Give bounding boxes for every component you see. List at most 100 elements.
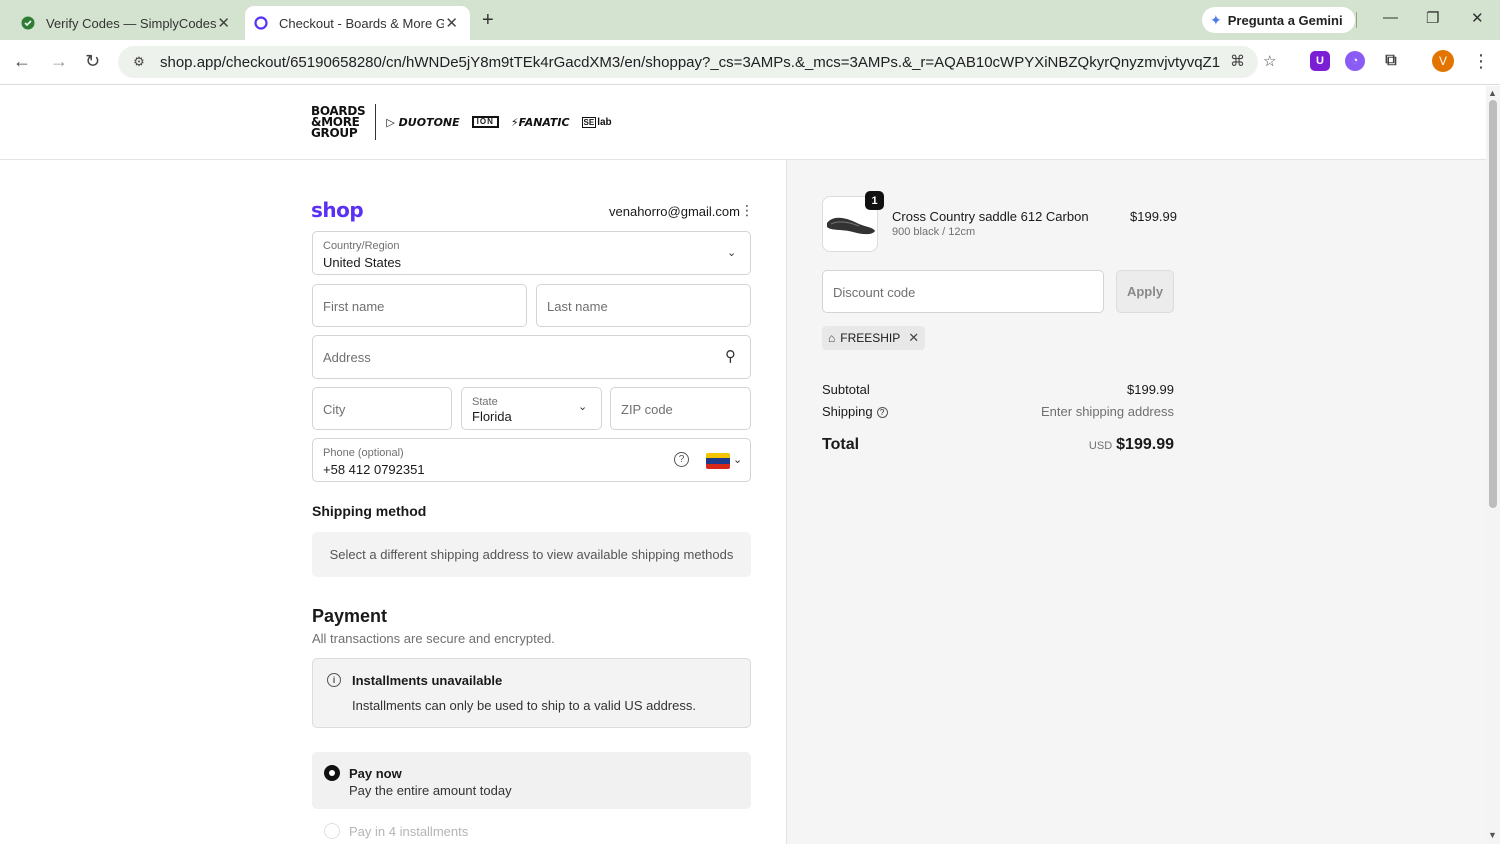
checkout-page: BOARDS &MORE GROUP ▷ DUOTONE ION ⚡FANATIC … bbox=[0, 86, 1486, 844]
product-variant: 900 black / 12cm bbox=[892, 226, 976, 238]
radio-selected[interactable] bbox=[324, 765, 340, 781]
country-select[interactable]: Country/Region United States ⌄ bbox=[312, 231, 751, 275]
total-label: Total bbox=[822, 436, 860, 453]
divider bbox=[375, 104, 377, 140]
close-tab-icon[interactable]: ✕ bbox=[445, 14, 458, 32]
zip-code-field[interactable]: ZIP code bbox=[610, 387, 751, 430]
state-label: State bbox=[472, 396, 498, 408]
ion-logo: ION bbox=[471, 116, 499, 128]
remove-discount-icon[interactable]: ✕ bbox=[908, 330, 919, 346]
address-placeholder: Address bbox=[323, 350, 371, 365]
country-label: Country/Region bbox=[323, 240, 400, 252]
radio-unselected[interactable] bbox=[324, 823, 340, 839]
tab-simplycodes[interactable]: Verify Codes — SimplyCodes ✕ bbox=[12, 6, 242, 40]
shop-favicon-icon bbox=[253, 15, 269, 31]
zip-placeholder: ZIP code bbox=[621, 402, 673, 417]
translate-icon[interactable]: ⌘ bbox=[1230, 52, 1245, 70]
info-icon: i bbox=[327, 673, 341, 687]
back-icon[interactable]: ← bbox=[13, 51, 31, 72]
total-value: $199.99 bbox=[1116, 436, 1174, 453]
scroll-down-icon[interactable]: ▼ bbox=[1488, 830, 1497, 840]
help-icon[interactable]: ? bbox=[876, 407, 888, 418]
new-tab-icon[interactable]: + bbox=[482, 9, 494, 32]
last-name-field[interactable]: Last name bbox=[536, 284, 751, 327]
phone-label: Phone (optional) bbox=[323, 447, 404, 459]
shipping-value: Enter shipping address bbox=[1041, 404, 1174, 419]
tab-title: Verify Codes — SimplyCodes bbox=[46, 15, 217, 31]
discount-placeholder: Discount code bbox=[833, 285, 916, 300]
divider bbox=[1356, 12, 1357, 28]
tab-checkout[interactable]: Checkout - Boards & More Group ✕ bbox=[245, 6, 470, 40]
payment-title: Payment bbox=[312, 606, 388, 626]
profile-avatar[interactable]: V bbox=[1432, 50, 1454, 72]
state-select[interactable]: State Florida ⌄ bbox=[461, 387, 602, 430]
quantity-badge: 1 bbox=[865, 191, 884, 210]
page-scrollbar[interactable]: ▲ ▼ bbox=[1486, 86, 1500, 844]
menu-kebab-icon[interactable]: ⋮ bbox=[1472, 51, 1490, 72]
installments-text: Installments can only be used to ship to… bbox=[352, 698, 696, 713]
search-icon: ⚲ bbox=[725, 348, 736, 365]
address-bar[interactable]: ⚙ shop.app/checkout/65190658280/cn/hWNDe… bbox=[118, 46, 1276, 78]
state-value: Florida bbox=[472, 409, 512, 424]
product-price: $199.99 bbox=[1130, 209, 1177, 224]
simplycodes-favicon-icon bbox=[20, 15, 36, 31]
payment-subtitle: All transactions are secure and encrypte… bbox=[312, 631, 555, 646]
last-name-placeholder: Last name bbox=[547, 299, 608, 314]
pay-in-4-option[interactable]: Pay in 4 installments bbox=[312, 822, 751, 844]
tag-icon: ⌂ bbox=[828, 331, 836, 345]
browser-tab-bar: Verify Codes — SimplyCodes ✕ Checkout - … bbox=[0, 0, 1500, 40]
scrollbar-thumb[interactable] bbox=[1489, 100, 1497, 508]
chevron-down-icon: ⌄ bbox=[727, 247, 737, 259]
shipping-method-title: Shipping method bbox=[312, 503, 427, 519]
site-settings-icon[interactable]: ⚙ bbox=[126, 49, 152, 75]
tab-title: Checkout - Boards & More Group bbox=[279, 15, 444, 31]
duotone-logo: ▷ DUOTONE bbox=[386, 115, 460, 129]
brand-logos: BOARDS &MORE GROUP ▷ DUOTONE ION ⚡FANATIC … bbox=[311, 104, 612, 140]
account-menu-icon[interactable]: ⋮ bbox=[740, 202, 754, 219]
account-email: venahorro@gmail.com bbox=[609, 204, 740, 219]
address-field[interactable]: Address ⚲ bbox=[312, 335, 751, 379]
scroll-up-icon[interactable]: ▲ bbox=[1488, 88, 1497, 98]
reload-icon[interactable]: ↻ bbox=[85, 51, 100, 72]
country-value: United States bbox=[323, 255, 402, 270]
minimize-icon[interactable]: — bbox=[1383, 9, 1398, 26]
order-summary-pane bbox=[786, 160, 1486, 844]
forward-icon[interactable]: → bbox=[50, 51, 68, 72]
ublock-extension-icon[interactable]: U bbox=[1310, 51, 1330, 71]
window-close-icon[interactable]: ✕ bbox=[1471, 9, 1484, 27]
chevron-down-icon[interactable]: ⌄ bbox=[733, 453, 742, 466]
product-name: Cross Country saddle 612 Carbon bbox=[892, 209, 1089, 224]
phone-field[interactable]: Phone (optional) +58 412 0792351 ? ⌄ bbox=[312, 438, 751, 482]
applied-discount-chip: ⌂ FREESHIP ✕ bbox=[822, 326, 926, 350]
shop-logo: shop bbox=[311, 198, 364, 222]
apply-button[interactable]: Apply bbox=[1116, 270, 1174, 313]
lab-logo: SE lab bbox=[581, 116, 612, 128]
total-row: USD $199.99 bbox=[1089, 436, 1174, 454]
discount-code-label: FREESHIP bbox=[840, 331, 901, 345]
installments-notice: i Installments unavailable Installments … bbox=[312, 658, 751, 728]
close-tab-icon[interactable]: ✕ bbox=[217, 14, 230, 32]
url-text[interactable]: shop.app/checkout/65190658280/cn/hWNDe5j… bbox=[160, 54, 1220, 71]
subtotal-label: Subtotal bbox=[822, 382, 870, 397]
fanatic-logo: ⚡FANATIC bbox=[510, 115, 570, 129]
extensions-puzzle-icon[interactable]: ⧉ bbox=[1381, 51, 1401, 71]
extension-icon[interactable]: ◔ bbox=[1345, 51, 1365, 71]
gemini-button[interactable]: ✦ Pregunta a Gemini bbox=[1202, 7, 1355, 33]
bookmark-star-icon[interactable]: ☆ bbox=[1263, 52, 1276, 70]
pay-now-sub: Pay the entire amount today bbox=[349, 783, 512, 798]
restore-icon[interactable]: ❐ bbox=[1426, 9, 1439, 27]
venezuela-flag-icon[interactable] bbox=[706, 453, 730, 469]
chevron-down-icon: ⌄ bbox=[578, 401, 588, 413]
discount-code-input[interactable]: Discount code bbox=[822, 270, 1104, 313]
first-name-field[interactable]: First name bbox=[312, 284, 527, 327]
city-field[interactable]: City bbox=[312, 387, 452, 430]
shipping-label: Shipping bbox=[822, 404, 873, 419]
pay-now-label: Pay now bbox=[349, 766, 402, 781]
help-icon[interactable]: ? bbox=[674, 452, 689, 467]
shipping-label-row: Shipping? bbox=[822, 404, 888, 419]
city-placeholder: City bbox=[323, 402, 346, 417]
pay-in-4-label: Pay in 4 installments bbox=[349, 824, 469, 839]
pay-now-option[interactable]: Pay now Pay the entire amount today bbox=[312, 752, 751, 809]
subtotal-value: $199.99 bbox=[1127, 382, 1174, 397]
boards-more-group-logo: BOARDS &MORE GROUP bbox=[311, 103, 366, 140]
